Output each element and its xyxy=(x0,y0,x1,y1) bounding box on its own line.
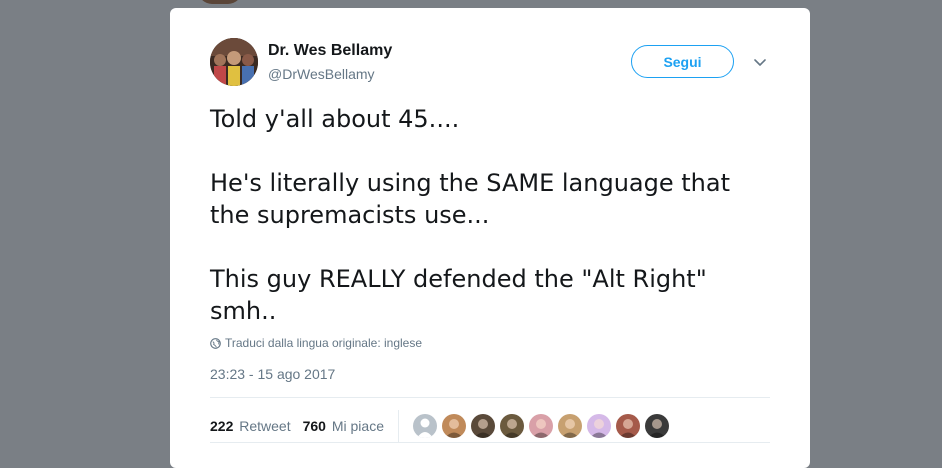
retweet-count: 222 xyxy=(210,418,234,434)
liker-avatar[interactable] xyxy=(500,414,524,438)
author-avatar[interactable] xyxy=(210,38,258,86)
chevron-down-icon[interactable] xyxy=(752,54,768,70)
like-stat[interactable]: 760 Mi piace xyxy=(303,418,384,434)
stats-separator xyxy=(398,410,399,442)
tweet-timestamp[interactable]: 23:23 - 15 ago 2017 xyxy=(210,366,335,382)
retweet-stat[interactable]: 222 Retweet xyxy=(210,418,291,434)
follow-button[interactable]: Segui xyxy=(631,45,734,78)
avatar-image xyxy=(210,38,258,86)
divider xyxy=(210,397,770,398)
tweet-paragraph: He's literally using the SAME language t… xyxy=(210,169,730,229)
liker-avatars xyxy=(413,414,674,438)
tweet-stats: 222 Retweet 760 Mi piace xyxy=(210,410,674,442)
liker-avatar[interactable] xyxy=(471,414,495,438)
liker-avatar[interactable] xyxy=(413,414,437,438)
tweet-paragraph: Told y'all about 45.... xyxy=(210,105,460,133)
like-label: Mi piace xyxy=(331,418,384,434)
tweet-paragraph: This guy REALLY defended the "Alt Right"… xyxy=(210,265,707,325)
globe-icon xyxy=(210,337,221,349)
like-count: 760 xyxy=(302,418,326,434)
translate-label: Traduci dalla lingua originale: inglese xyxy=(225,336,423,350)
author-handle[interactable]: @DrWesBellamy xyxy=(268,66,375,82)
liker-avatar[interactable] xyxy=(587,414,611,438)
translate-link[interactable]: Traduci dalla lingua originale: inglese xyxy=(210,336,422,350)
tweet-card: Dr. Wes Bellamy @DrWesBellamy Segui Told… xyxy=(170,8,810,468)
liker-avatar[interactable] xyxy=(616,414,640,438)
background-avatar-fragment xyxy=(198,0,242,4)
liker-avatar[interactable] xyxy=(558,414,582,438)
liker-avatar[interactable] xyxy=(442,414,466,438)
retweet-label: Retweet xyxy=(239,418,291,434)
divider xyxy=(210,442,770,443)
liker-avatar[interactable] xyxy=(529,414,553,438)
author-name[interactable]: Dr. Wes Bellamy xyxy=(268,42,392,60)
liker-avatar[interactable] xyxy=(645,414,669,438)
tweet-text: Told y'all about 45.... He's literally u… xyxy=(210,103,770,327)
